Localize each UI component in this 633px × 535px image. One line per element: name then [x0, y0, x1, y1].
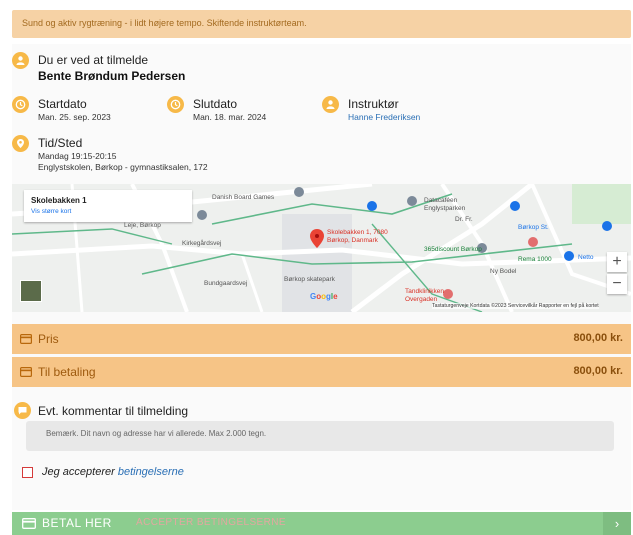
google-logo: Google: [310, 292, 338, 301]
terms-checkbox[interactable]: [22, 467, 33, 478]
terms-link[interactable]: betingelserne: [118, 466, 184, 478]
info-banner: Sund og aktiv rygtræning - i lidt højere…: [12, 10, 631, 38]
to-pay-label: Til betaling: [38, 365, 96, 379]
location-pin-icon: [12, 135, 29, 152]
zoom-out-button[interactable]: −: [607, 274, 627, 294]
price-label: Pris: [38, 332, 59, 346]
pay-hint: ACCEPTER BETINGELSERNE: [136, 517, 286, 528]
clock-icon: [12, 96, 29, 113]
comment-textarea[interactable]: Bemærk. Dit navn og adresse har vi aller…: [26, 421, 614, 451]
map-label-borkop-st: Børkop St.: [518, 224, 549, 231]
start-date-value: Man. 25. sep. 2023: [38, 112, 111, 122]
map-label-365discount: 365discount Børkop: [424, 246, 482, 253]
to-pay-value: 800,00 kr.: [573, 365, 623, 377]
price-value: 800,00 kr.: [573, 332, 623, 344]
map-label-rema: Rema 1000: [518, 256, 552, 263]
map-attribution[interactable]: Tastaturgenveje Kortdata ©2023 Servicevi…: [432, 303, 599, 309]
map-label-bundgaardsvej: Bundgaardsvej: [204, 280, 248, 287]
map-info-card: Skolebakken 1 Vis større kort: [24, 190, 192, 222]
card-icon: [22, 518, 36, 529]
location-map[interactable]: Skolebakken 1 Vis større kort Skolebakke…: [12, 184, 631, 312]
end-date-label: Slutdato: [193, 97, 238, 111]
participant-name: Bente Brøndum Pedersen: [38, 69, 186, 83]
signup-label: Du er ved at tilmelde: [38, 53, 149, 67]
clock-icon: [167, 96, 184, 113]
pay-button[interactable]: BETAL HER ACCEPTER BETINGELSERNE ›: [12, 512, 631, 535]
zoom-in-button[interactable]: +: [607, 252, 627, 272]
instructor-link[interactable]: Hanne Frederiksen: [348, 112, 420, 122]
card-icon: [20, 334, 32, 344]
person-icon: [12, 52, 29, 69]
map-pin-label-2: Børkop, Danmark: [327, 237, 378, 244]
map-larger-link[interactable]: Vis større kort: [31, 208, 71, 215]
comment-label: Evt. kommentar til tilmelding: [38, 404, 189, 418]
map-satellite-toggle[interactable]: [20, 280, 42, 302]
place-label: Tid/Sted: [38, 136, 83, 150]
map-label-leje: Leje, Børkop: [124, 222, 161, 229]
start-date-label: Startdato: [38, 97, 87, 111]
comment-placeholder: Bemærk. Dit navn og adresse har vi aller…: [46, 429, 267, 438]
chevron-right-icon[interactable]: ›: [603, 512, 631, 535]
map-label-datacafeen: Datacaféen: [424, 197, 458, 204]
map-label-tandklinikken-2: Overgaden: [405, 296, 438, 303]
price-row: Pris 800,00 kr.: [12, 324, 631, 354]
map-label-kirkegaardsvej: Kirkegårdsvej: [182, 240, 222, 247]
map-card-title: Skolebakken 1: [31, 196, 87, 205]
map-label-tandklinikken-1: Tandklinikken: [405, 288, 445, 295]
map-label-netto: Netto: [578, 254, 594, 261]
map-label-dr-fr: Dr. Fr.: [455, 216, 473, 223]
map-label-skatepark: Børkop skatepark: [284, 276, 335, 283]
end-date-value: Man. 18. mar. 2024: [193, 112, 267, 122]
banner-text: Sund og aktiv rygtræning - i lidt højere…: [22, 18, 307, 28]
place-time: Mandag 19:15-20:15: [38, 151, 117, 161]
map-label-ny-bodel: Ny Bodel: [490, 268, 517, 275]
map-pin-label-1: Skolebakken 1, 7080: [327, 229, 388, 236]
comment-icon: [14, 402, 31, 419]
map-label-englystparken: Englystparken: [424, 205, 466, 212]
to-pay-row: Til betaling 800,00 kr.: [12, 357, 631, 387]
place-address: Englystskolen, Børkop - gymnastiksalen, …: [38, 162, 208, 172]
person-icon: [322, 96, 339, 113]
terms-prefix: Jeg accepterer: [42, 466, 115, 478]
terms-text: Jeg accepterer betingelserne: [42, 466, 184, 478]
card-icon: [20, 367, 32, 377]
map-label-board-games: Danish Board Games: [212, 194, 275, 201]
instructor-label: Instruktør: [348, 97, 399, 111]
pay-label: BETAL HER: [42, 516, 112, 530]
